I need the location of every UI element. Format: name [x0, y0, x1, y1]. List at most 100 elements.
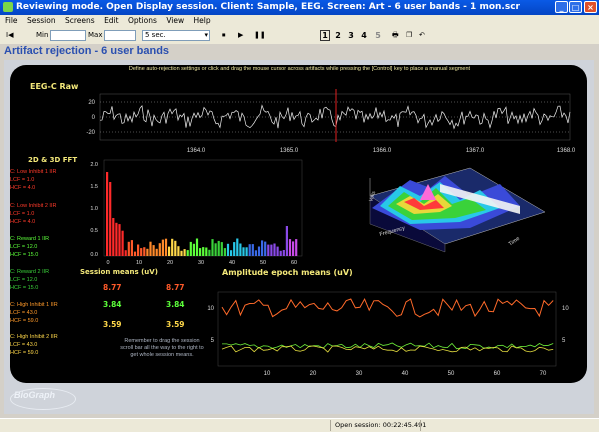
fft-x-tick: 0 [106, 260, 109, 266]
amplitude-title: Amplitude epoch means (uV) [222, 268, 353, 277]
session-means-title: Session means (uV) [80, 268, 158, 276]
amplitude-y-tick-left: 10 [207, 306, 214, 312]
band-hcf: HCF = 4.0 [10, 185, 36, 191]
fft-bar [267, 244, 270, 256]
band-name: C: Low Inhibit 1 IIR [10, 169, 57, 175]
fft-bar [133, 251, 137, 256]
band-low-inhibit-1[interactable]: C: Low Inhibit 1 IIR LCF = 1.0 HCF = 4.0 [10, 168, 56, 192]
amplitude-series-high-inhibit [221, 297, 554, 318]
fft-bar [248, 244, 251, 256]
band-lcf: LCF = 1.0 [10, 177, 35, 183]
fft-bar [261, 240, 264, 256]
fft-y-tick: 1.0 [90, 206, 98, 212]
fft-bar [121, 230, 124, 256]
amplitude-x-tick: 20 [310, 371, 317, 377]
fft-bar [195, 238, 199, 256]
band-lcf: LCF = 12.0 [10, 244, 38, 250]
fft-bar [292, 241, 295, 256]
band-name: C: High Inhibit 2 IIR [10, 334, 58, 340]
fft-bar [230, 250, 233, 256]
fft-bar [164, 238, 168, 256]
session-mean-value: 3.84 [103, 300, 122, 309]
fft-bar [276, 246, 279, 256]
band-high-inhibit-1[interactable]: C: High Inhibit 1 IIR LCF = 43.0 HCF = 5… [10, 301, 58, 325]
fft-y-tick: 2.0 [90, 162, 98, 168]
fft-bar [146, 248, 149, 256]
band-name: C: Reward 2 IIR [10, 269, 50, 275]
fft-bar [152, 245, 155, 256]
fft-bar [189, 241, 192, 256]
amplitude-series-low-inhibit [221, 345, 554, 353]
fft-bar [205, 247, 208, 256]
fft-bar [199, 248, 202, 256]
session-mean-value: 8.77 [103, 283, 122, 292]
fft-bar [143, 247, 146, 256]
status-text: Open session: 00:22:45.491 [335, 421, 427, 429]
logo-swirl [10, 388, 76, 410]
fft-bar [217, 240, 220, 256]
fft-x-tick: 50 [260, 260, 266, 266]
band-high-inhibit-2[interactable]: C: High Inhibit 2 IIR LCF = 43.0 HCF = 5… [10, 333, 58, 357]
fft-bar [161, 239, 164, 256]
fft-bar [279, 250, 282, 256]
remember-note: Remember to drag the session scroll bar … [120, 338, 204, 358]
fft-y-tick: 1.5 [90, 184, 98, 190]
amplitude-plot-frame [217, 291, 557, 367]
fft-bar [177, 246, 180, 256]
band-hcf: HCF = 15.0 [10, 285, 39, 291]
band-hcf: HCF = 59.0 [10, 350, 39, 356]
eeg-x-tick: 1368.0 [557, 148, 576, 154]
fft-x-tick: 60 [291, 260, 297, 266]
fft-bar [233, 242, 236, 256]
amplitude-y-tick-right: 5 [562, 338, 566, 344]
eeg-y-tick: 0 [92, 115, 96, 121]
band-lcf: LCF = 1.0 [10, 211, 35, 217]
fft-bars [106, 172, 298, 256]
amplitude-x-tick: 30 [356, 371, 363, 377]
fft-bar [208, 249, 211, 256]
band-reward-2[interactable]: C: Reward 2 IIR LCF = 12.0 HCF = 15.0 [10, 268, 49, 292]
fft-bar [295, 239, 298, 256]
fft-title: 2D & 3D FFT [28, 156, 78, 164]
fft-bar [242, 247, 245, 256]
amplitude-y-tick-right: 10 [562, 306, 569, 312]
fft-bar [171, 238, 174, 256]
fft-bar [254, 250, 257, 256]
fft-bar [112, 218, 115, 256]
amplitude-x-tick: 40 [402, 371, 409, 377]
fft-bar [273, 243, 276, 256]
eeg-raw-chart[interactable]: 20 0 -20 1364.0 1365.0 1366.0 1367.0 136… [0, 0, 599, 431]
eeg-x-tick: 1367.0 [466, 148, 485, 154]
band-reward-1[interactable]: C: Reward 1 IIR LCF = 12.0 HCF = 15.0 [10, 235, 49, 259]
fft-bar [257, 246, 261, 256]
fft-bar [140, 248, 143, 256]
fft-bar [226, 243, 230, 256]
fft-bar [109, 182, 112, 256]
fft-bar [174, 240, 177, 256]
session-mean-value: 8.77 [166, 283, 185, 292]
fft-x-tick: 30 [198, 260, 204, 266]
band-lcf: LCF = 43.0 [10, 342, 38, 348]
fft-bar [183, 249, 186, 256]
eeg-y-tick: 20 [88, 100, 95, 106]
session-mean-value: 3.84 [166, 300, 185, 309]
band-lcf: LCF = 43.0 [10, 310, 38, 316]
band-low-inhibit-2[interactable]: C: Low Inhibit 2 IIR LCF = 1.0 HCF = 4.0 [10, 202, 56, 226]
fft-bar [285, 226, 288, 256]
session-mean-value: 3.59 [166, 320, 185, 329]
eeg-x-tick: 1364.0 [187, 148, 206, 154]
fft-bar [192, 243, 195, 256]
fft-bar [130, 240, 133, 256]
fft-x-tick: 20 [167, 260, 173, 266]
fft-bar [202, 247, 205, 256]
band-lcf: LCF = 12.0 [10, 277, 38, 283]
fft-bar [245, 247, 248, 256]
amplitude-x-tick: 10 [264, 371, 271, 377]
fft-bar [288, 239, 292, 256]
eeg-x-tick: 1365.0 [280, 148, 299, 154]
fft-bar [211, 239, 214, 256]
fft-bar [124, 250, 127, 256]
fft-y-tick: 0.5 [90, 228, 98, 234]
band-name: C: Low Inhibit 2 IIR [10, 203, 57, 209]
status-divider [330, 420, 331, 431]
